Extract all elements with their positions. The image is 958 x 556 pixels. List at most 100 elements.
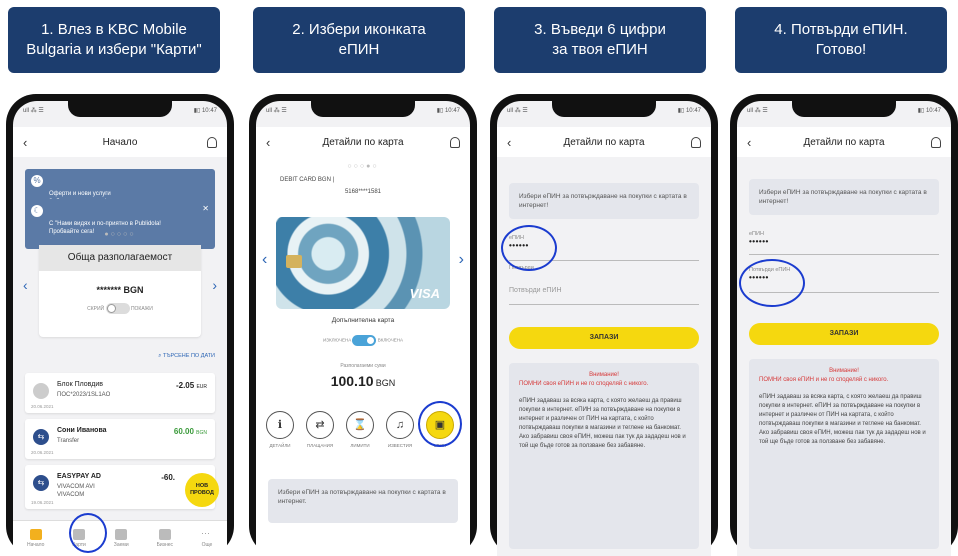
visa-logo: VISA — [409, 286, 440, 301]
phone-1: ull ⁂ ☰ ▮▯ 10:47 ‹ Начало % Оферти и нови… — [6, 94, 234, 556]
card-active-toggle[interactable] — [352, 335, 377, 346]
transaction-date: 19.06.2021 — [31, 500, 54, 505]
visibility-toggle[interactable] — [105, 303, 130, 314]
warning-title: Внимание! — [589, 372, 619, 378]
tab-home-label: Начало — [26, 542, 45, 548]
status-time: ▮▯ 10:47 — [677, 108, 701, 114]
transaction-name: EASYPAY AD — [57, 473, 101, 480]
tab-home[interactable]: Начало — [27, 529, 44, 548]
warning-title: Внимание! — [829, 368, 859, 374]
transaction-row[interactable]: Блок Пловдив ПОС*2023/1SL1AO 20.06.2021 … — [25, 373, 215, 413]
search-by-date-label: ТЪРСЕНЕ ПО ДАТИ — [162, 353, 215, 359]
phone-4-screen: ull ⁂ ☰ ▮▯ 10:47 ‹ Детайли по карта Избер… — [737, 101, 951, 556]
card-toggle-row: ИЗКЛЮЧЕНА ВКЛЮЧЕНА — [256, 335, 470, 346]
save-button[interactable]: ЗАПАЗИ — [509, 327, 699, 349]
warning-box: Внимание! ПОМНИ своя еПИН и не го сподел… — [509, 363, 699, 549]
bell-icon[interactable] — [691, 136, 701, 148]
tab-loans[interactable]: Заеми — [114, 529, 129, 548]
status-signal: ull ⁂ ☰ — [507, 108, 528, 114]
phone-3: ull ⁂ ☰ ▮▯ 10:47 ‹ Детайли по карта Избер… — [490, 94, 718, 556]
card-name: DEBIT CARD BGN | — [280, 177, 335, 183]
home-icon — [29, 529, 42, 540]
transaction-name: Блок Пловдив — [57, 381, 104, 388]
bell-icon[interactable] — [450, 136, 460, 148]
card-limits-button[interactable]: ⌛ — [346, 411, 374, 439]
bottom-tab-bar: Начало Карти Заеми Бизнес ··· Още — [13, 520, 227, 556]
available-amount: 100.10 BGN — [256, 373, 470, 389]
info-icon: ℹ — [277, 419, 283, 431]
save-button[interactable]: ЗАПАЗИ — [749, 323, 939, 345]
epin-field[interactable]: еПИН •••••• — [749, 231, 939, 255]
chevron-left-icon[interactable]: ‹ — [23, 277, 28, 293]
toggle-show-label: ПОКАЖИ — [130, 305, 153, 312]
step-3-header: 3. Въведи 6 цифри за твоя еПИН — [494, 7, 706, 73]
notch — [68, 101, 172, 117]
card-notifications-button[interactable]: ♫ — [386, 411, 414, 439]
back-icon[interactable]: ‹ — [747, 135, 751, 150]
tab-business[interactable]: Бизнес — [157, 529, 173, 548]
transaction-amount: -60. — [161, 473, 175, 482]
transaction-amount-value: -60. — [161, 473, 175, 482]
transfer-icon: ⇄ — [315, 419, 325, 431]
card-limits-label: ЛИМИТИ — [350, 443, 370, 448]
status-signal: ull ⁂ ☰ — [23, 108, 44, 114]
card-details-button[interactable]: ℹ — [266, 411, 294, 439]
back-icon[interactable]: ‹ — [507, 135, 511, 150]
tab-loans-label: Заеми — [113, 542, 129, 548]
chevron-right-icon[interactable]: › — [212, 277, 217, 293]
notch — [552, 101, 656, 117]
status-signal: ull ⁂ ☰ — [747, 108, 768, 114]
page-title: Детайли по карта — [563, 136, 645, 148]
hourglass-icon: ⌛ — [353, 419, 367, 431]
tab-business-label: Бизнес — [156, 542, 173, 548]
search-by-date-link[interactable]: ⌕ ТЪРСЕНЕ ПО ДАТИ — [158, 353, 215, 360]
transaction-amount: 60.00 BGN — [174, 427, 207, 436]
bell-icon[interactable] — [931, 136, 941, 148]
balance-toggle-row: СКРИЙ ПОКАЖИ — [39, 303, 201, 314]
transaction-sub: VIVACOM AVI VIVACOM — [57, 484, 95, 498]
toggle-on-label: ВКЛЮЧЕНА — [377, 337, 403, 343]
app-header: ‹ Начало — [13, 127, 227, 157]
card-details-label: ДЕТАЙЛИ — [269, 443, 291, 448]
back-icon[interactable]: ‹ — [266, 135, 270, 150]
transaction-amount-value: 60.00 — [173, 427, 194, 436]
available-currency: BGN — [375, 378, 396, 388]
transaction-name: Сони Иванова — [57, 427, 107, 434]
epin-field-value: •••••• — [749, 237, 769, 246]
transfer-avatar: ⇆ — [33, 429, 49, 445]
card-payments-label: ПЛАЩАНИЯ — [306, 443, 334, 448]
confirm-epin-field[interactable]: Потвърди еПИН — [509, 287, 699, 305]
warning-box: Внимание! ПОМНИ своя еПИН и не го сподел… — [749, 359, 939, 549]
new-feature-badge[interactable]: НОВ ПРОВОД — [185, 473, 219, 507]
confirm-epin-placeholder: Потвърди еПИН — [509, 287, 562, 294]
card-notifications-label: ИЗВЕСТИЯ — [387, 443, 413, 448]
chevron-right-icon[interactable]: › — [459, 251, 464, 269]
payment-avatar: ⇆ — [33, 475, 49, 491]
epin-info-box: Избери еПИН за потвърждаване на покупки … — [509, 183, 699, 219]
phone-1-screen: ull ⁂ ☰ ▮▯ 10:47 ‹ Начало % Оферти и нови… — [13, 101, 227, 556]
transaction-amount-value: -2.05 — [175, 381, 195, 390]
tab-more[interactable]: ··· Още — [200, 528, 213, 549]
status-time: ▮▯ 10:47 — [436, 108, 460, 114]
promo-banner-2[interactable]: ☾ С "Нами видях и по-приятно в Publidola… — [25, 199, 215, 249]
tab-more-label: Още — [201, 542, 213, 548]
transaction-currency: BGN — [196, 430, 207, 436]
phone-3-screen: ull ⁂ ☰ ▮▯ 10:47 ‹ Детайли по карта Избер… — [497, 101, 711, 556]
more-icon: ··· — [200, 528, 210, 538]
card-payments-button[interactable]: ⇄ — [306, 411, 334, 439]
transaction-date: 20.06.2021 — [31, 450, 54, 455]
merchant-avatar — [33, 383, 49, 399]
bell-icon[interactable] — [207, 136, 217, 148]
instruction-graphic: 1. Влез в KBC Mobile Bulgaria и избери "… — [0, 0, 958, 556]
close-icon[interactable]: ✕ — [202, 205, 209, 213]
transaction-row[interactable]: ⇆ Сони Иванова Transfer 20.06.2021 60.00… — [25, 419, 215, 459]
chart-icon — [158, 529, 171, 540]
chevron-left-icon[interactable]: ‹ — [262, 251, 267, 269]
warning-body: еПИН задаваш за всяка карта, с която жел… — [759, 394, 926, 445]
phone-2-screen: ull ⁂ ☰ ▮▯ 10:47 ‹ Детайли по карта ○○○●○… — [256, 101, 470, 556]
card-image[interactable]: VISA — [276, 217, 450, 309]
highlight-circle — [739, 259, 805, 307]
highlight-circle — [501, 225, 557, 271]
back-icon[interactable]: ‹ — [23, 135, 27, 150]
transaction-amount: -2.05 EUR — [176, 381, 207, 390]
